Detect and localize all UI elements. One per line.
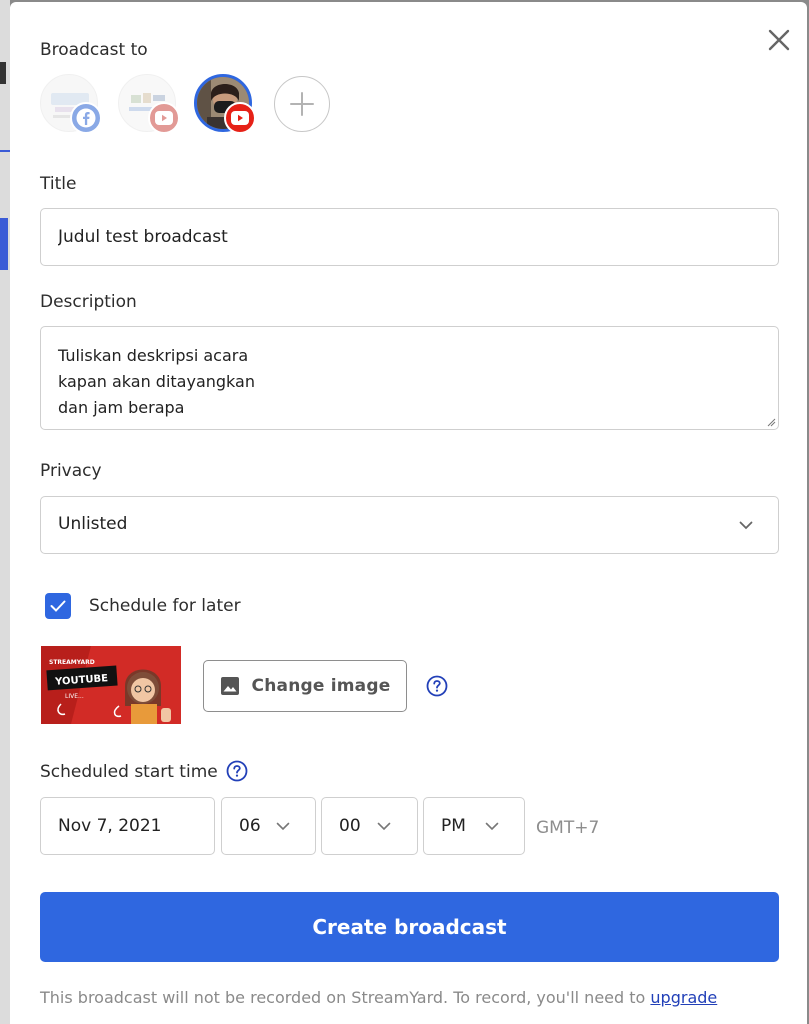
- privacy-value: Unlisted: [58, 514, 128, 534]
- help-icon[interactable]: [226, 760, 248, 782]
- date-field[interactable]: Nov 7, 2021: [40, 797, 215, 855]
- add-destination-button[interactable]: [274, 76, 330, 132]
- background-fragment: [0, 150, 10, 152]
- youtube-badge: [148, 102, 180, 134]
- destination-facebook[interactable]: [40, 74, 102, 134]
- description-field[interactable]: Tuliskan deskripsi acara kapan akan dita…: [40, 326, 779, 430]
- close-icon: [768, 29, 790, 51]
- facebook-badge: [70, 102, 102, 134]
- schedule-checkbox[interactable]: [45, 593, 71, 619]
- destination-youtube-2-selected[interactable]: [194, 74, 256, 134]
- schedule-label[interactable]: Schedule for later: [89, 596, 241, 616]
- create-broadcast-button[interactable]: Create broadcast: [40, 892, 779, 962]
- upgrade-link[interactable]: upgrade: [650, 988, 717, 1007]
- hour-value: 06: [239, 816, 261, 836]
- close-button[interactable]: [765, 26, 793, 54]
- privacy-label: Privacy: [40, 461, 102, 481]
- background-fragment: [0, 218, 8, 270]
- date-value: Nov 7, 2021: [58, 816, 162, 836]
- checkmark-icon: [50, 600, 66, 612]
- description-text[interactable]: Tuliskan deskripsi acara kapan akan dita…: [58, 343, 255, 421]
- background-fragment: [0, 62, 6, 84]
- title-field[interactable]: [40, 208, 779, 266]
- youtube-icon: [155, 111, 173, 125]
- recording-notice: This broadcast will not be recorded on S…: [40, 988, 717, 1007]
- privacy-select[interactable]: Unlisted: [40, 496, 779, 554]
- ampm-value: PM: [441, 816, 466, 836]
- thumbnail-sub: LIVE...: [65, 693, 84, 700]
- ampm-select[interactable]: PM: [423, 797, 525, 855]
- facebook-icon: [76, 108, 96, 128]
- hour-select[interactable]: 06: [221, 797, 316, 855]
- resize-grip-icon[interactable]: [766, 417, 776, 427]
- chevron-down-icon: [485, 822, 499, 831]
- minute-value: 00: [339, 816, 361, 836]
- plus-icon: [290, 92, 314, 116]
- scheduled-start-label: Scheduled start time: [40, 762, 218, 782]
- create-broadcast-modal: Broadcast to Title Judul test broadcast …: [10, 2, 807, 1024]
- chevron-down-icon: [739, 521, 753, 530]
- chevron-down-icon: [276, 822, 290, 831]
- image-icon: [220, 677, 239, 695]
- youtube-badge: [224, 102, 256, 134]
- destination-youtube-1[interactable]: [118, 74, 180, 134]
- help-icon[interactable]: [426, 675, 448, 697]
- youtube-icon: [231, 111, 249, 125]
- broadcast-thumbnail: YOUTUBE STREAMYARD LIVE...: [41, 646, 181, 724]
- title-input[interactable]: [41, 209, 778, 265]
- chevron-down-icon: [377, 822, 391, 831]
- title-label: Title: [40, 174, 77, 194]
- recording-notice-text: This broadcast will not be recorded on S…: [40, 988, 651, 1007]
- change-image-label: Change image: [251, 676, 391, 696]
- timezone-label: GMT+7: [536, 818, 600, 838]
- background-page-edge: [0, 0, 10, 1024]
- broadcast-to-label: Broadcast to: [40, 40, 148, 60]
- description-label: Description: [40, 292, 137, 312]
- change-image-button[interactable]: Change image: [203, 660, 407, 712]
- thumbnail-brand: STREAMYARD: [49, 659, 95, 666]
- minute-select[interactable]: 00: [321, 797, 418, 855]
